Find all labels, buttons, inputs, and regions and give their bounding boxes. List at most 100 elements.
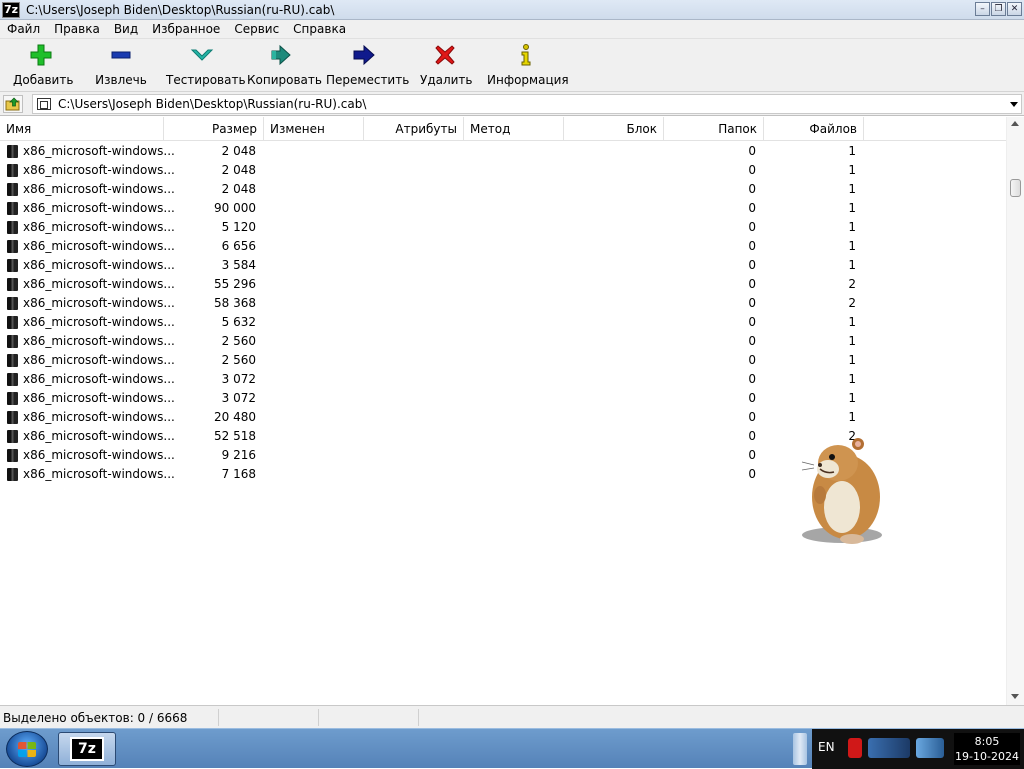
system-tray: EN 8:05 19-10-2024	[812, 729, 1024, 769]
file-icon	[7, 164, 18, 177]
scroll-up-icon[interactable]	[1011, 121, 1019, 126]
column-name[interactable]: Имя	[0, 117, 164, 141]
table-row[interactable]: x86_microsoft-windows... 2 048 0 1	[0, 180, 1006, 199]
menu-file[interactable]: Файл	[0, 20, 47, 39]
taskbar-grip[interactable]	[793, 733, 807, 765]
table-row[interactable]: x86_microsoft-windows... 2 048 0 1	[0, 161, 1006, 180]
table-row[interactable]: x86_microsoft-windows... 90 000 0 1	[0, 199, 1006, 218]
flag-icon[interactable]	[848, 738, 862, 758]
file-icon	[7, 449, 18, 462]
file-icon	[7, 278, 18, 291]
double-arrow-icon	[247, 43, 317, 67]
file-icon	[7, 145, 18, 158]
row-files: 1	[848, 144, 856, 158]
menu-bar: Файл Правка Вид Избранное Сервис Справка	[0, 20, 1024, 39]
language-indicator[interactable]: EN	[818, 740, 835, 754]
row-folders: 0	[748, 239, 756, 253]
address-input[interactable]: C:\Users\Joseph Biden\Desktop\Russian(ru…	[32, 94, 1022, 114]
move-button[interactable]: Переместить	[326, 43, 409, 87]
table-row[interactable]: x86_microsoft-windows... 5 120 0 1	[0, 218, 1006, 237]
row-size: 5 120	[221, 220, 256, 234]
column-files[interactable]: Файлов	[764, 117, 864, 141]
folder-up-button[interactable]	[3, 95, 23, 113]
arrow-right-icon	[326, 43, 402, 67]
row-folders: 0	[748, 201, 756, 215]
column-modified[interactable]: Изменен	[264, 117, 364, 141]
menu-edit[interactable]: Правка	[47, 20, 107, 39]
address-dropdown-icon[interactable]	[1010, 102, 1018, 107]
close-button[interactable]: ✕	[1007, 2, 1022, 16]
scroll-thumb[interactable]	[1010, 179, 1021, 197]
table-row[interactable]: x86_microsoft-windows... 3 072 0 1	[0, 389, 1006, 408]
volume-icon[interactable]	[916, 738, 944, 758]
plus-icon	[13, 43, 69, 67]
7zip-taskbar-icon: 7z	[70, 737, 104, 761]
menu-tools[interactable]: Сервис	[227, 20, 286, 39]
extract-button[interactable]: Извлечь	[95, 43, 147, 87]
row-files: 1	[848, 220, 856, 234]
row-folders: 0	[748, 334, 756, 348]
row-name: x86_microsoft-windows...	[23, 391, 175, 405]
column-size[interactable]: Размер	[164, 117, 264, 141]
minimize-button[interactable]: –	[975, 2, 990, 16]
column-block[interactable]: Блок	[564, 117, 664, 141]
row-name: x86_microsoft-windows...	[23, 467, 175, 481]
table-row[interactable]: x86_microsoft-windows... 3 584 0 1	[0, 256, 1006, 275]
title-bar: 7z C:\Users\Joseph Biden\Desktop\Russian…	[0, 0, 1024, 20]
row-size: 3 584	[221, 258, 256, 272]
file-list[interactable]: Имя Размер Изменен Атрибуты Метод Блок П…	[0, 117, 1024, 705]
info-icon	[487, 43, 565, 67]
clock[interactable]: 8:05 19-10-2024	[954, 733, 1020, 765]
address-path: C:\Users\Joseph Biden\Desktop\Russian(ru…	[58, 97, 367, 111]
vertical-scrollbar[interactable]	[1006, 117, 1024, 705]
file-icon	[7, 221, 18, 234]
7zip-app-icon[interactable]: 7z	[2, 1, 20, 18]
row-name: x86_microsoft-windows...	[23, 163, 175, 177]
taskbar-7zip-button[interactable]: 7z	[58, 732, 116, 766]
delete-button[interactable]: Удалить	[420, 43, 473, 87]
network-icon[interactable]	[868, 738, 910, 758]
taskbar: 7z EN 8:05 19-10-2024	[0, 728, 1024, 769]
row-files: 1	[848, 163, 856, 177]
copy-button[interactable]: Копировать	[247, 43, 322, 87]
info-button[interactable]: Информация	[487, 43, 569, 87]
table-row[interactable]: x86_microsoft-windows... 2 048 0 1	[0, 142, 1006, 161]
menu-favorites[interactable]: Избранное	[145, 20, 227, 39]
table-row[interactable]: x86_microsoft-windows... 55 296 0 2	[0, 275, 1006, 294]
row-name: x86_microsoft-windows...	[23, 448, 175, 462]
menu-view[interactable]: Вид	[107, 20, 145, 39]
table-row[interactable]: x86_microsoft-windows... 20 480 0 1	[0, 408, 1006, 427]
minus-icon	[95, 43, 147, 67]
column-method[interactable]: Метод	[464, 117, 564, 141]
table-row[interactable]: x86_microsoft-windows... 6 656 0 1	[0, 237, 1006, 256]
row-size: 90 000	[214, 201, 256, 215]
table-row[interactable]: x86_microsoft-windows... 3 072 0 1	[0, 370, 1006, 389]
column-folders[interactable]: Папок	[664, 117, 764, 141]
row-size: 3 072	[221, 372, 256, 386]
table-row[interactable]: x86_microsoft-windows... 2 560 0 1	[0, 332, 1006, 351]
folder-up-icon	[5, 97, 20, 111]
table-row[interactable]: x86_microsoft-windows... 58 368 0 2	[0, 294, 1006, 313]
row-files: 1	[848, 258, 856, 272]
column-attributes[interactable]: Атрибуты	[364, 117, 464, 141]
row-name: x86_microsoft-windows...	[23, 315, 175, 329]
row-folders: 0	[748, 258, 756, 272]
table-row[interactable]: x86_microsoft-windows... 2 560 0 1	[0, 351, 1006, 370]
check-icon	[166, 43, 238, 67]
add-button[interactable]: Добавить	[13, 43, 73, 87]
start-button[interactable]	[6, 731, 48, 767]
menu-help[interactable]: Справка	[286, 20, 353, 39]
table-row[interactable]: x86_microsoft-windows... 5 632 0 1	[0, 313, 1006, 332]
row-name: x86_microsoft-windows...	[23, 410, 175, 424]
scroll-down-icon[interactable]	[1011, 694, 1019, 699]
column-header: Имя Размер Изменен Атрибуты Метод Блок П…	[0, 117, 1006, 141]
row-size: 6 656	[221, 239, 256, 253]
restore-button[interactable]: ❐	[991, 2, 1006, 16]
test-button[interactable]: Тестировать	[166, 43, 246, 87]
row-name: x86_microsoft-windows...	[23, 144, 175, 158]
row-size: 2 048	[221, 163, 256, 177]
row-size: 20 480	[214, 410, 256, 424]
row-files: 1	[848, 182, 856, 196]
row-files: 1	[848, 334, 856, 348]
row-folders: 0	[748, 144, 756, 158]
